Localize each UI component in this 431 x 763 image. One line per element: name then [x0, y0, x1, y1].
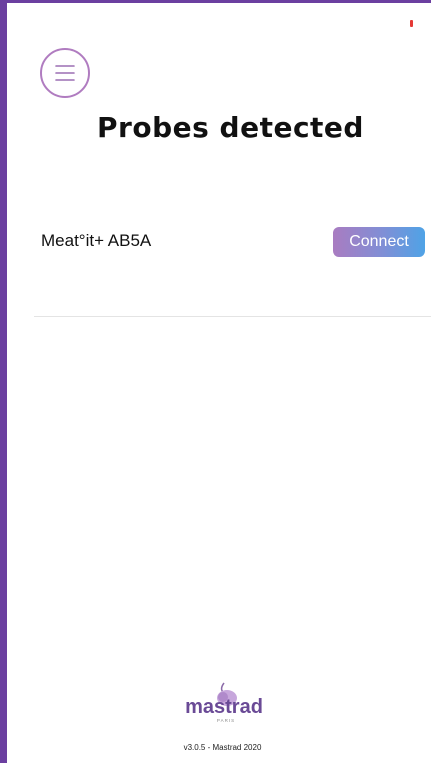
list-divider — [34, 316, 431, 317]
app-screen: Probes detected Meat°it+ AB5A Connect ma… — [0, 0, 431, 763]
version-label: v3.0.5 - Mastrad 2020 — [183, 743, 262, 752]
logo-subtext: PARIS — [217, 718, 235, 723]
probe-list-item: Meat°it+ AB5A Connect — [41, 225, 431, 259]
status-indicator — [410, 20, 413, 27]
hamburger-menu-icon — [55, 65, 75, 81]
menu-button[interactable] — [40, 48, 90, 98]
mastrad-logo: mastrad PARIS — [185, 682, 263, 723]
logo-wordmark: mastrad — [185, 696, 263, 718]
connect-button[interactable]: Connect — [333, 227, 425, 257]
probe-name: Meat°it+ AB5A — [41, 231, 152, 250]
page-title: Probes detected — [97, 111, 364, 144]
